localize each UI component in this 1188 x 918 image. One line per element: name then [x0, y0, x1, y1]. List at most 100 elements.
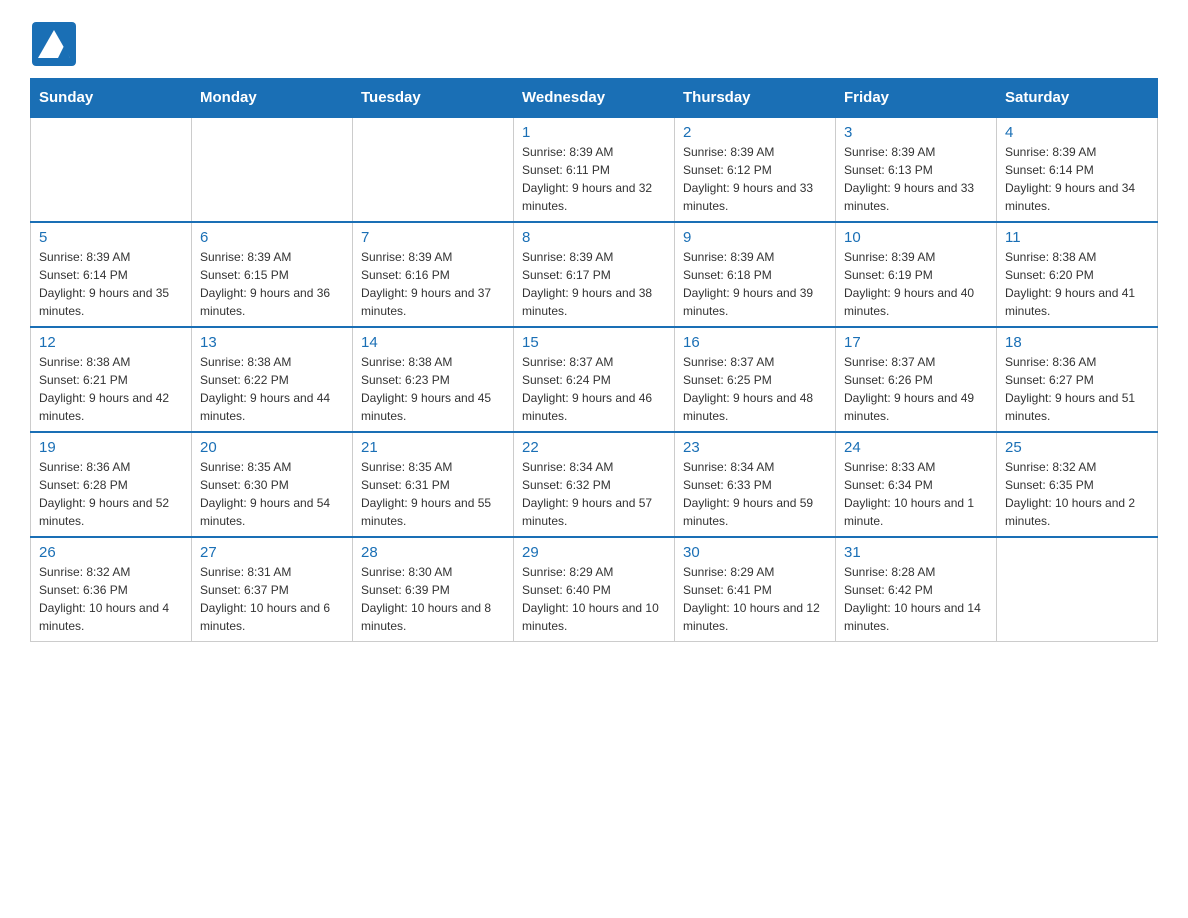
day-number: 9: [683, 229, 827, 246]
logo: [30, 20, 84, 68]
calendar-cell: 10Sunrise: 8:39 AM Sunset: 6:19 PM Dayli…: [836, 222, 997, 327]
calendar-cell: 11 Sunrise: 8:38 AM Sunset: 6:20 PM Dayli…: [997, 222, 1158, 327]
day-info: Sunrise: 8:35 AM Sunset: 6:30 PM Dayligh…: [200, 458, 344, 530]
day-number: 28: [361, 544, 505, 561]
day-info: Sunrise: 8:39 AM Sunset: 6:12 PM Dayligh…: [683, 143, 827, 215]
calendar-cell: 7 Sunrise: 8:39 AM Sunset: 6:16 PM Daylig…: [353, 222, 514, 327]
calendar-cell: 26Sunrise: 8:32 AM Sunset: 6:36 PM Dayli…: [31, 537, 192, 642]
day-info: Sunrise: 8:36 AM Sunset: 6:28 PM Dayligh…: [39, 458, 183, 530]
day-info: Sunrise: 8:39 AM Sunset: 6:11 PM Dayligh…: [522, 143, 666, 215]
calendar-week-4: 19Sunrise: 8:36 AM Sunset: 6:28 PM Dayli…: [31, 432, 1158, 537]
calendar-cell: [31, 117, 192, 222]
day-info: Sunrise: 8:36 AM Sunset: 6:27 PM Dayligh…: [1005, 353, 1149, 425]
calendar-cell: 8 Sunrise: 8:39 AM Sunset: 6:17 PM Daylig…: [514, 222, 675, 327]
calendar-cell: 28Sunrise: 8:30 AM Sunset: 6:39 PM Dayli…: [353, 537, 514, 642]
day-number: 13: [200, 334, 344, 351]
calendar-cell: 27 Sunrise: 8:31 AM Sunset: 6:37 PM Dayli…: [192, 537, 353, 642]
day-number: 10: [844, 229, 988, 246]
day-number: 15: [522, 334, 666, 351]
calendar-cell: 5Sunrise: 8:39 AM Sunset: 6:14 PM Daylig…: [31, 222, 192, 327]
day-number: 2: [683, 124, 827, 141]
calendar-cell: 23 Sunrise: 8:34 AM Sunset: 6:33 PM Dayli…: [675, 432, 836, 537]
calendar-cell: 25 Sunrise: 8:32 AM Sunset: 6:35 PM Dayli…: [997, 432, 1158, 537]
day-number: 7: [361, 229, 505, 246]
day-info: Sunrise: 8:38 AM Sunset: 6:22 PM Dayligh…: [200, 353, 344, 425]
column-header-sunday: Sunday: [31, 79, 192, 118]
calendar-cell: 30Sunrise: 8:29 AM Sunset: 6:41 PM Dayli…: [675, 537, 836, 642]
day-number: 16: [683, 334, 827, 351]
day-info: Sunrise: 8:39 AM Sunset: 6:17 PM Dayligh…: [522, 248, 666, 320]
column-header-thursday: Thursday: [675, 79, 836, 118]
day-number: 23: [683, 439, 827, 456]
day-info: Sunrise: 8:37 AM Sunset: 6:24 PM Dayligh…: [522, 353, 666, 425]
day-info: Sunrise: 8:29 AM Sunset: 6:41 PM Dayligh…: [683, 563, 827, 635]
calendar-cell: 15 Sunrise: 8:37 AM Sunset: 6:24 PM Dayli…: [514, 327, 675, 432]
column-header-monday: Monday: [192, 79, 353, 118]
day-info: Sunrise: 8:31 AM Sunset: 6:37 PM Dayligh…: [200, 563, 344, 635]
column-header-saturday: Saturday: [997, 79, 1158, 118]
day-info: Sunrise: 8:39 AM Sunset: 6:14 PM Dayligh…: [1005, 143, 1149, 215]
day-number: 6: [200, 229, 344, 246]
day-info: Sunrise: 8:39 AM Sunset: 6:13 PM Dayligh…: [844, 143, 988, 215]
calendar-cell: 6 Sunrise: 8:39 AM Sunset: 6:15 PM Daylig…: [192, 222, 353, 327]
calendar-week-2: 5Sunrise: 8:39 AM Sunset: 6:14 PM Daylig…: [31, 222, 1158, 327]
day-number: 5: [39, 229, 183, 246]
calendar-cell: 16 Sunrise: 8:37 AM Sunset: 6:25 PM Dayli…: [675, 327, 836, 432]
day-info: Sunrise: 8:34 AM Sunset: 6:33 PM Dayligh…: [683, 458, 827, 530]
calendar-week-1: 1 Sunrise: 8:39 AM Sunset: 6:11 PM Daylig…: [31, 117, 1158, 222]
day-number: 14: [361, 334, 505, 351]
day-info: Sunrise: 8:32 AM Sunset: 6:35 PM Dayligh…: [1005, 458, 1149, 530]
calendar-week-3: 12 Sunrise: 8:38 AM Sunset: 6:21 PM Dayli…: [31, 327, 1158, 432]
calendar-cell: 3 Sunrise: 8:39 AM Sunset: 6:13 PM Daylig…: [836, 117, 997, 222]
day-number: 31: [844, 544, 988, 561]
calendar-header-row: SundayMondayTuesdayWednesdayThursdayFrid…: [31, 79, 1158, 118]
day-info: Sunrise: 8:39 AM Sunset: 6:16 PM Dayligh…: [361, 248, 505, 320]
logo-icon: [30, 20, 78, 68]
day-info: Sunrise: 8:38 AM Sunset: 6:20 PM Dayligh…: [1005, 248, 1149, 320]
day-number: 8: [522, 229, 666, 246]
calendar-cell: 18 Sunrise: 8:36 AM Sunset: 6:27 PM Dayli…: [997, 327, 1158, 432]
day-number: 12: [39, 334, 183, 351]
calendar-cell: 2 Sunrise: 8:39 AM Sunset: 6:12 PM Daylig…: [675, 117, 836, 222]
day-info: Sunrise: 8:33 AM Sunset: 6:34 PM Dayligh…: [844, 458, 988, 530]
day-number: 17: [844, 334, 988, 351]
calendar-cell: 1 Sunrise: 8:39 AM Sunset: 6:11 PM Daylig…: [514, 117, 675, 222]
calendar-table: SundayMondayTuesdayWednesdayThursdayFrid…: [30, 78, 1158, 642]
day-number: 29: [522, 544, 666, 561]
calendar-cell: 12 Sunrise: 8:38 AM Sunset: 6:21 PM Dayli…: [31, 327, 192, 432]
day-number: 3: [844, 124, 988, 141]
calendar-cell: [997, 537, 1158, 642]
calendar-cell: 21 Sunrise: 8:35 AM Sunset: 6:31 PM Dayli…: [353, 432, 514, 537]
day-number: 25: [1005, 439, 1149, 456]
column-header-tuesday: Tuesday: [353, 79, 514, 118]
calendar-cell: 31Sunrise: 8:28 AM Sunset: 6:42 PM Dayli…: [836, 537, 997, 642]
calendar-cell: [192, 117, 353, 222]
day-number: 4: [1005, 124, 1149, 141]
day-number: 18: [1005, 334, 1149, 351]
day-number: 11: [1005, 229, 1149, 246]
day-info: Sunrise: 8:37 AM Sunset: 6:25 PM Dayligh…: [683, 353, 827, 425]
calendar-cell: 22 Sunrise: 8:34 AM Sunset: 6:32 PM Dayli…: [514, 432, 675, 537]
day-number: 27: [200, 544, 344, 561]
calendar-cell: 4 Sunrise: 8:39 AM Sunset: 6:14 PM Daylig…: [997, 117, 1158, 222]
calendar-cell: 9Sunrise: 8:39 AM Sunset: 6:18 PM Daylig…: [675, 222, 836, 327]
day-info: Sunrise: 8:34 AM Sunset: 6:32 PM Dayligh…: [522, 458, 666, 530]
day-number: 20: [200, 439, 344, 456]
column-header-wednesday: Wednesday: [514, 79, 675, 118]
day-info: Sunrise: 8:38 AM Sunset: 6:23 PM Dayligh…: [361, 353, 505, 425]
calendar-cell: [353, 117, 514, 222]
day-number: 22: [522, 439, 666, 456]
calendar-cell: 13 Sunrise: 8:38 AM Sunset: 6:22 PM Dayli…: [192, 327, 353, 432]
day-info: Sunrise: 8:32 AM Sunset: 6:36 PM Dayligh…: [39, 563, 183, 635]
day-info: Sunrise: 8:38 AM Sunset: 6:21 PM Dayligh…: [39, 353, 183, 425]
day-info: Sunrise: 8:35 AM Sunset: 6:31 PM Dayligh…: [361, 458, 505, 530]
day-number: 1: [522, 124, 666, 141]
calendar-cell: 14 Sunrise: 8:38 AM Sunset: 6:23 PM Dayli…: [353, 327, 514, 432]
column-header-friday: Friday: [836, 79, 997, 118]
calendar-cell: 17Sunrise: 8:37 AM Sunset: 6:26 PM Dayli…: [836, 327, 997, 432]
day-info: Sunrise: 8:29 AM Sunset: 6:40 PM Dayligh…: [522, 563, 666, 635]
calendar-cell: 29 Sunrise: 8:29 AM Sunset: 6:40 PM Dayli…: [514, 537, 675, 642]
day-number: 21: [361, 439, 505, 456]
calendar-cell: 24Sunrise: 8:33 AM Sunset: 6:34 PM Dayli…: [836, 432, 997, 537]
day-info: Sunrise: 8:39 AM Sunset: 6:15 PM Dayligh…: [200, 248, 344, 320]
